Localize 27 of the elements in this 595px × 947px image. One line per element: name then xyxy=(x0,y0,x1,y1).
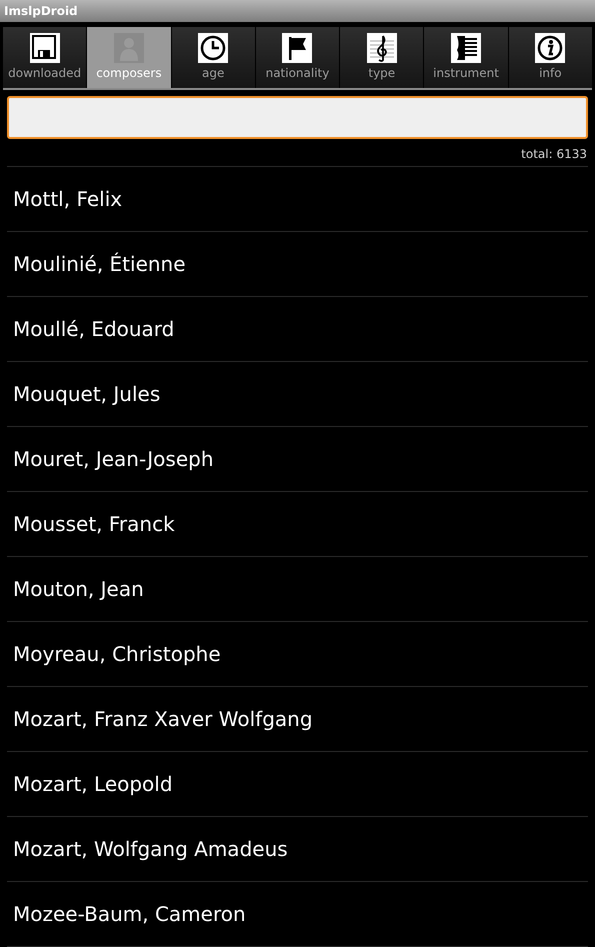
flag-icon xyxy=(282,33,312,64)
window-title: ImslpDroid xyxy=(4,2,78,20)
composer-list-item[interactable]: Moyreau, Christophe xyxy=(7,622,588,687)
search-field[interactable] xyxy=(7,96,588,139)
clock-icon xyxy=(198,33,228,64)
clef-icon xyxy=(366,33,397,64)
composer-list-item[interactable]: Mozart, Wolfgang Amadeus xyxy=(7,817,588,882)
composer-list-item[interactable]: Mouquet, Jules xyxy=(7,362,588,427)
total-count: total: 6133 xyxy=(521,146,587,163)
composer-list-item[interactable]: Mousset, Franck xyxy=(7,492,588,557)
floppy-icon xyxy=(30,33,60,64)
tab[interactable]: nationality xyxy=(256,26,340,88)
info-icon xyxy=(535,33,566,64)
tab[interactable]: downloaded xyxy=(3,26,86,88)
tab[interactable]: instrument xyxy=(424,26,508,88)
composer-list-item[interactable]: Moulinié, Étienne xyxy=(7,232,588,297)
composer-list-item[interactable]: Moullé, Edouard xyxy=(7,297,588,362)
composer-list-item[interactable]: Mozart, Franz Xaver Wolfgang xyxy=(7,687,588,752)
composer-list-item[interactable]: Mozee-Baum, Cameron xyxy=(7,882,588,947)
composer-list-item[interactable]: Mottl, Felix xyxy=(7,167,588,232)
tab[interactable]: type xyxy=(340,26,424,88)
tab[interactable]: age xyxy=(172,26,255,88)
composer-list-item[interactable]: Mouton, Jean xyxy=(7,557,588,622)
composer-list-item[interactable]: Mouret, Jean-Joseph xyxy=(7,427,588,492)
tab[interactable]: info xyxy=(508,26,592,88)
composer-list-item[interactable]: Mozart, Leopold xyxy=(7,752,588,817)
piano-icon xyxy=(451,33,482,64)
